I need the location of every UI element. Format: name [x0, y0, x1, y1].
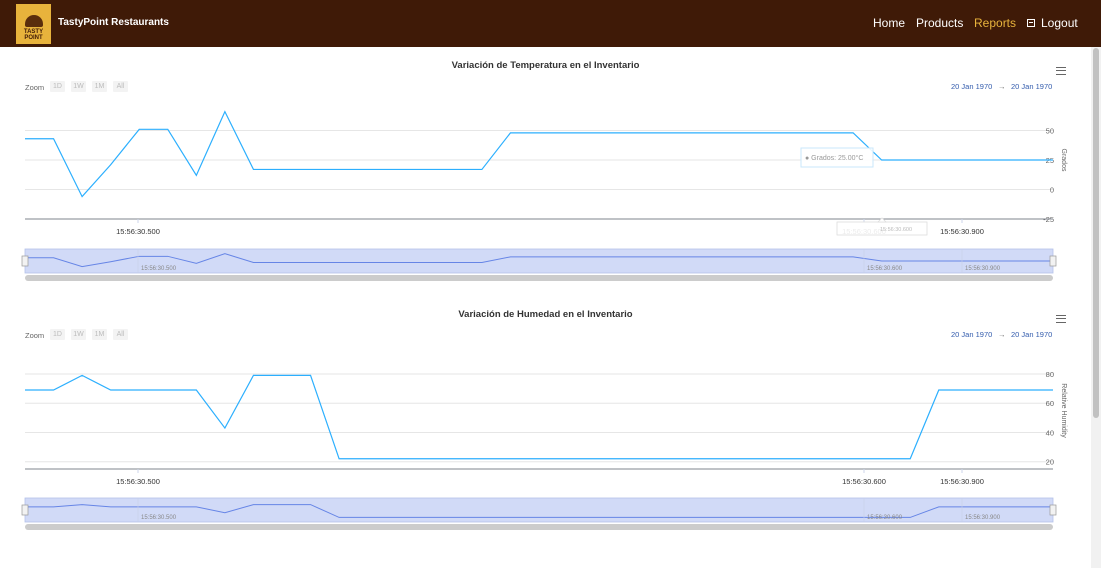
series-line — [25, 110, 1053, 198]
nav-home[interactable]: Home — [873, 16, 905, 30]
y-axis-title: Grados — [1060, 149, 1067, 172]
nav-reports[interactable]: Reports — [974, 16, 1016, 30]
navigator-scrollbar[interactable] — [25, 524, 1053, 530]
navigator-tick-label: 15:56:30.600 — [867, 266, 903, 272]
temperature-plot[interactable]: -250255015:56:30.50015:56:30.60015:56:30… — [0, 56, 1091, 286]
navigator-tick-label: 15:56:30.900 — [965, 266, 1001, 272]
burger-icon — [24, 15, 43, 27]
x-tick-label: 15:56:30.600 — [842, 477, 886, 486]
page-scrollbar-thumb[interactable] — [1093, 48, 1099, 418]
nav-products[interactable]: Products — [916, 16, 963, 30]
navigator-right-handle[interactable] — [1049, 255, 1057, 267]
nav-logout[interactable]: Logout — [1041, 16, 1078, 30]
navigator-tick-label: 15:56:30.900 — [965, 515, 1001, 521]
navigator-scrollbar[interactable] — [25, 275, 1053, 281]
humidity-chart: Variación de Humedad en el Inventario Zo… — [0, 305, 1091, 535]
temperature-chart: Variación de Temperatura en el Inventari… — [0, 56, 1091, 286]
y-tick-label: 0 — [1050, 186, 1054, 195]
series-line — [25, 374, 1053, 460]
brand-name[interactable]: TastyPoint Restaurants — [58, 17, 169, 28]
navbar: TASTY POINT TastyPoint Restaurants Home … — [0, 0, 1101, 47]
tooltip-text: ● Grados: 25.00°C — [805, 154, 863, 162]
x-tick-label: 15:56:30.900 — [940, 227, 984, 236]
humidity-plot[interactable]: 20 40 60 80 15:56:30.500 15:56:30.600 15:56:30… — [0, 305, 1091, 535]
x-tick-label: 15:56:30.900 — [940, 477, 984, 486]
navigator-left-handle[interactable] — [21, 504, 29, 516]
navigator-tick-label: 15:56:30.600 — [867, 515, 903, 521]
y-tick-label: 40 — [1046, 428, 1054, 437]
y-tick-label: 50 — [1046, 127, 1054, 136]
brand-logo[interactable]: TASTY POINT — [16, 4, 51, 44]
navigator-left-handle[interactable] — [21, 255, 29, 267]
y-tick-label: 80 — [1046, 370, 1054, 379]
navigator-tick-label: 15:56:30.500 — [141, 266, 177, 272]
logout-icon[interactable] — [1027, 19, 1035, 27]
x-tick-label: 15:56:30.500 — [116, 227, 160, 236]
x-tick-label: 15:56:30.500 — [116, 477, 160, 486]
y-axis-title: Relative Humidity — [1060, 383, 1067, 438]
y-tick-label: 60 — [1046, 399, 1054, 408]
navigator-tick-label: 15:56:30.500 — [141, 515, 177, 521]
logo-text-line2: POINT — [24, 35, 43, 41]
navigator-right-handle[interactable] — [1049, 504, 1057, 516]
y-tick-label: 20 — [1046, 458, 1054, 467]
crosshair-label: 15:56:30.600 — [880, 227, 912, 233]
